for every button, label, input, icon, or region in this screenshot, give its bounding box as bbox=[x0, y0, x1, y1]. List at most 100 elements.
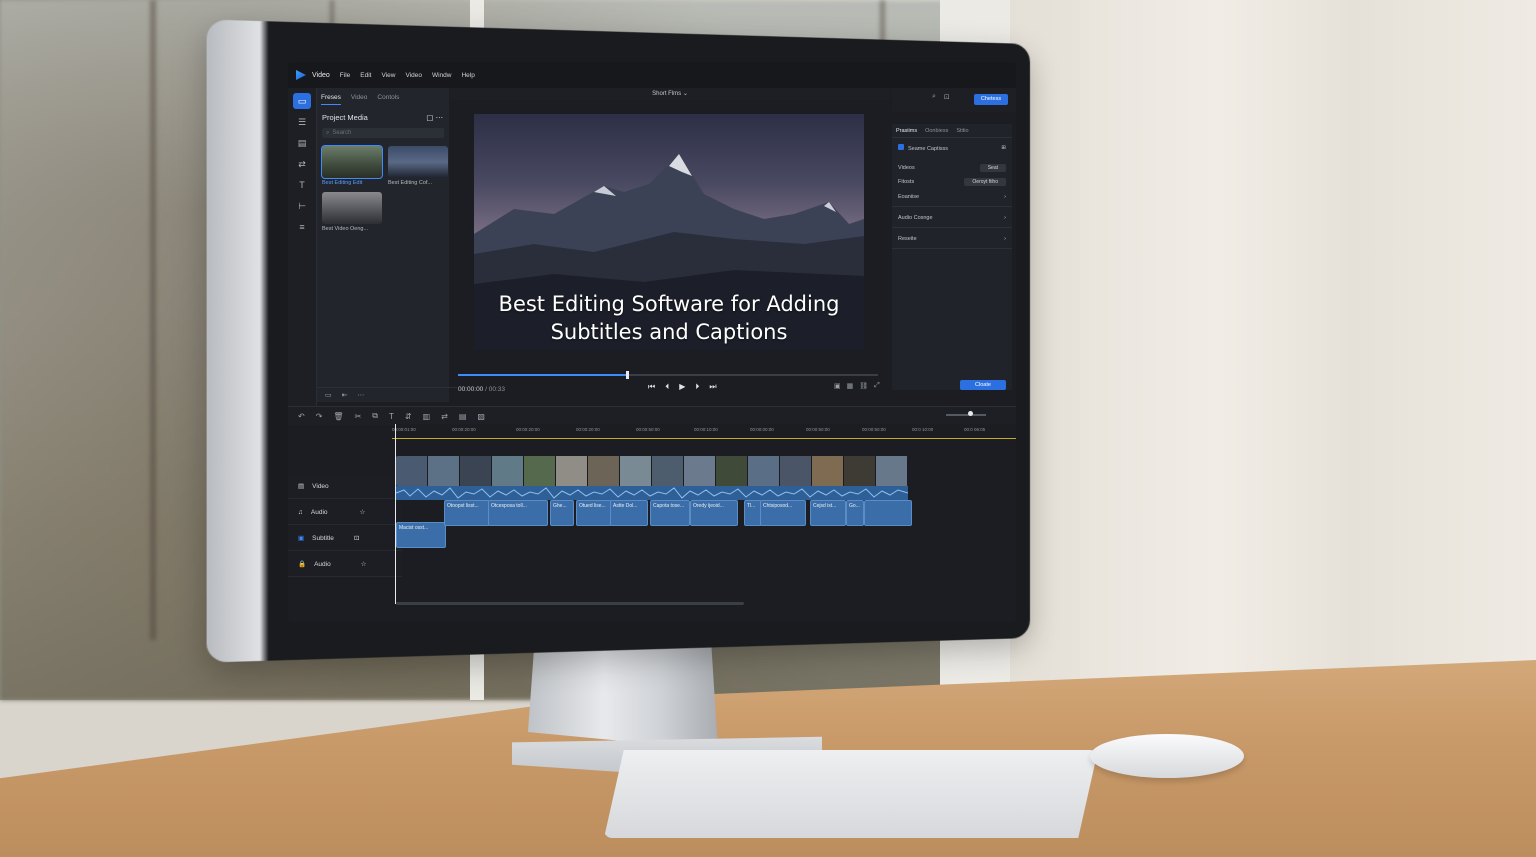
titles-icon[interactable]: ▤ bbox=[293, 135, 311, 151]
crop-icon[interactable]: ⊢ bbox=[293, 198, 311, 214]
section-expand[interactable]: Reseite › bbox=[892, 228, 1012, 249]
swap-icon[interactable]: ⇄ bbox=[441, 412, 448, 421]
star-icon[interactable]: ☆ bbox=[360, 508, 366, 516]
right-header: ⌕ ⊡ Chetess bbox=[892, 88, 1016, 112]
subtitle-clip[interactable]: Capota tose... bbox=[650, 500, 690, 526]
video-clip[interactable] bbox=[396, 456, 908, 486]
app-name: Video bbox=[312, 72, 330, 79]
track-name: Audio bbox=[314, 561, 331, 568]
clip-frame bbox=[876, 456, 908, 486]
tab-presets[interactable]: Freses bbox=[321, 94, 341, 105]
split-icon[interactable]: ⇵ bbox=[405, 412, 412, 421]
clip-frame bbox=[588, 456, 620, 486]
track-header-audio[interactable]: ♫ Audio ☆ bbox=[288, 500, 402, 525]
more-icon[interactable]: ⋯ bbox=[358, 391, 365, 399]
tab-controls[interactable]: Contols bbox=[377, 94, 399, 105]
captions-toggle-row[interactable]: Seame Captisss ⊞ bbox=[892, 138, 1012, 152]
subtitle-clip[interactable]: Chtsiposod... bbox=[760, 500, 806, 526]
subtitle-clip[interactable]: Ghe... bbox=[550, 500, 574, 526]
menu-video[interactable]: Video bbox=[405, 72, 422, 79]
star-icon[interactable]: ☆ bbox=[361, 560, 367, 568]
media-thumbnail bbox=[388, 146, 448, 178]
play-icon[interactable]: ▶ bbox=[679, 382, 685, 392]
transitions-icon[interactable]: ⇄ bbox=[293, 156, 311, 172]
inspector-tab[interactable]: Prasiims bbox=[896, 128, 917, 134]
row-value-dropdown[interactable]: Oeroyt fiiho bbox=[964, 178, 1006, 186]
zoom-handle[interactable] bbox=[968, 411, 973, 416]
step-forward-icon[interactable]: ⏵ bbox=[695, 382, 699, 392]
track-header-subtitle[interactable]: ▣ Subtitle ⊡ bbox=[288, 526, 402, 551]
subtitle-clip[interactable]: Go... bbox=[846, 500, 864, 526]
save-icon[interactable]: ▤ bbox=[459, 412, 467, 421]
inspector-row: Videos Seat bbox=[892, 152, 1012, 172]
playhead[interactable] bbox=[395, 424, 396, 604]
snapshot-icon[interactable]: ▣ bbox=[834, 382, 841, 390]
redo-icon[interactable]: ↷ bbox=[316, 412, 323, 421]
subtitle-clip[interactable]: Astte Dol... bbox=[610, 500, 648, 526]
lock-icon[interactable]: ⊡ bbox=[354, 534, 359, 542]
track-header-audio-2[interactable]: 🔒 Audio ☆ bbox=[288, 552, 402, 577]
skip-end-icon[interactable]: ⏭ bbox=[709, 382, 716, 392]
search-input[interactable]: ⌕ Search bbox=[322, 128, 444, 138]
sequence-selector[interactable]: Short Flms ⌄ bbox=[450, 88, 890, 100]
timeline-ruler[interactable]: 00:00:01:00 00:00:20:00 00:00:20:00 00:0… bbox=[392, 424, 1016, 439]
media-item[interactable]: Best Editing Cof... bbox=[388, 146, 448, 186]
subtitle-clip[interactable]: Macist osst... bbox=[396, 522, 446, 548]
delete-icon[interactable]: 🗑 bbox=[333, 412, 343, 421]
add-icon[interactable]: ⊞ bbox=[1001, 145, 1006, 151]
inspector-tab[interactable]: Stitio bbox=[956, 128, 968, 134]
effects-icon[interactable]: ☰ bbox=[293, 114, 311, 130]
row-value-button[interactable]: Seat bbox=[980, 164, 1006, 172]
zoom-slider[interactable] bbox=[946, 414, 986, 416]
menu-window[interactable]: Windw bbox=[432, 72, 452, 79]
subtitle-clip[interactable]: Otoopst lisst... bbox=[444, 500, 490, 526]
folder-icon[interactable]: ▭ bbox=[325, 391, 332, 399]
create-button[interactable]: Cloate bbox=[960, 380, 1006, 390]
search-icon: ⌕ bbox=[326, 130, 329, 137]
clip-frame bbox=[428, 456, 460, 486]
undo-icon[interactable]: ↶ bbox=[298, 412, 305, 421]
menu-help[interactable]: Help bbox=[461, 72, 474, 79]
copy-icon[interactable]: ⧉ bbox=[372, 411, 378, 421]
media-item[interactable]: Best Editing Edit bbox=[322, 146, 382, 186]
scrubber-handle[interactable] bbox=[626, 371, 629, 379]
zoom-icon[interactable]: ⌕ bbox=[932, 93, 936, 101]
subtitle-clip-empty[interactable] bbox=[864, 500, 912, 526]
import-icon[interactable]: ⇤ bbox=[342, 391, 348, 399]
playback-scrubber[interactable] bbox=[458, 374, 878, 376]
section-expand[interactable]: Audio Cosnge › bbox=[892, 207, 1012, 228]
captions-checkbox[interactable] bbox=[898, 144, 904, 150]
ruler-tick: 00:00:50:00 bbox=[636, 427, 660, 432]
safe-area-icon[interactable]: ▦ bbox=[847, 382, 854, 390]
inspector-tab[interactable]: Oonbiess bbox=[925, 128, 948, 134]
step-back-icon[interactable]: ⏴ bbox=[665, 382, 669, 392]
adjust-icon[interactable]: ≡ bbox=[293, 219, 311, 235]
media-icon[interactable]: ▭ bbox=[293, 93, 311, 109]
tab-video[interactable]: Video bbox=[351, 94, 368, 105]
text-icon[interactable]: T bbox=[293, 177, 311, 193]
subtitle-clip[interactable]: Otcesposa toll... bbox=[488, 500, 548, 526]
settings-icon[interactable]: ⊡ bbox=[944, 93, 950, 101]
export-button[interactable]: Chetess bbox=[974, 94, 1008, 105]
video-preview[interactable]: Best Editing Software for Adding Subtitl… bbox=[474, 114, 864, 350]
section-expand[interactable]: Eoaniise › bbox=[892, 186, 1012, 207]
menu-edit[interactable]: Edit bbox=[360, 72, 371, 79]
subtitle-clip[interactable]: Otued lise... bbox=[576, 500, 612, 526]
markers-icon[interactable]: ▥ bbox=[423, 412, 431, 421]
stack-icon[interactable]: ▧ bbox=[477, 412, 485, 421]
cut-icon[interactable]: ✂ bbox=[355, 412, 362, 421]
row-label: Videos bbox=[898, 165, 915, 171]
subtitle-clip[interactable]: Oredy ijeoid... bbox=[690, 500, 738, 526]
audio-waveform[interactable] bbox=[396, 486, 908, 500]
timeline-scrollbar[interactable] bbox=[396, 602, 744, 605]
menu-view[interactable]: View bbox=[381, 72, 395, 79]
text-icon[interactable]: T bbox=[389, 412, 394, 421]
subtitle-clip[interactable]: Cejsd ist... bbox=[810, 500, 846, 526]
track-header-video[interactable]: ▤ Video bbox=[288, 474, 402, 499]
menu-file[interactable]: File bbox=[340, 72, 350, 79]
media-item[interactable]: Best Video Oeng... bbox=[322, 192, 382, 232]
skip-start-icon[interactable]: ⏮ bbox=[648, 382, 655, 392]
link-icon[interactable]: ⛓ bbox=[859, 382, 868, 390]
more-icon[interactable]: ▢ ⋯ bbox=[426, 113, 443, 122]
fullscreen-icon[interactable]: ⤢ bbox=[874, 382, 880, 390]
